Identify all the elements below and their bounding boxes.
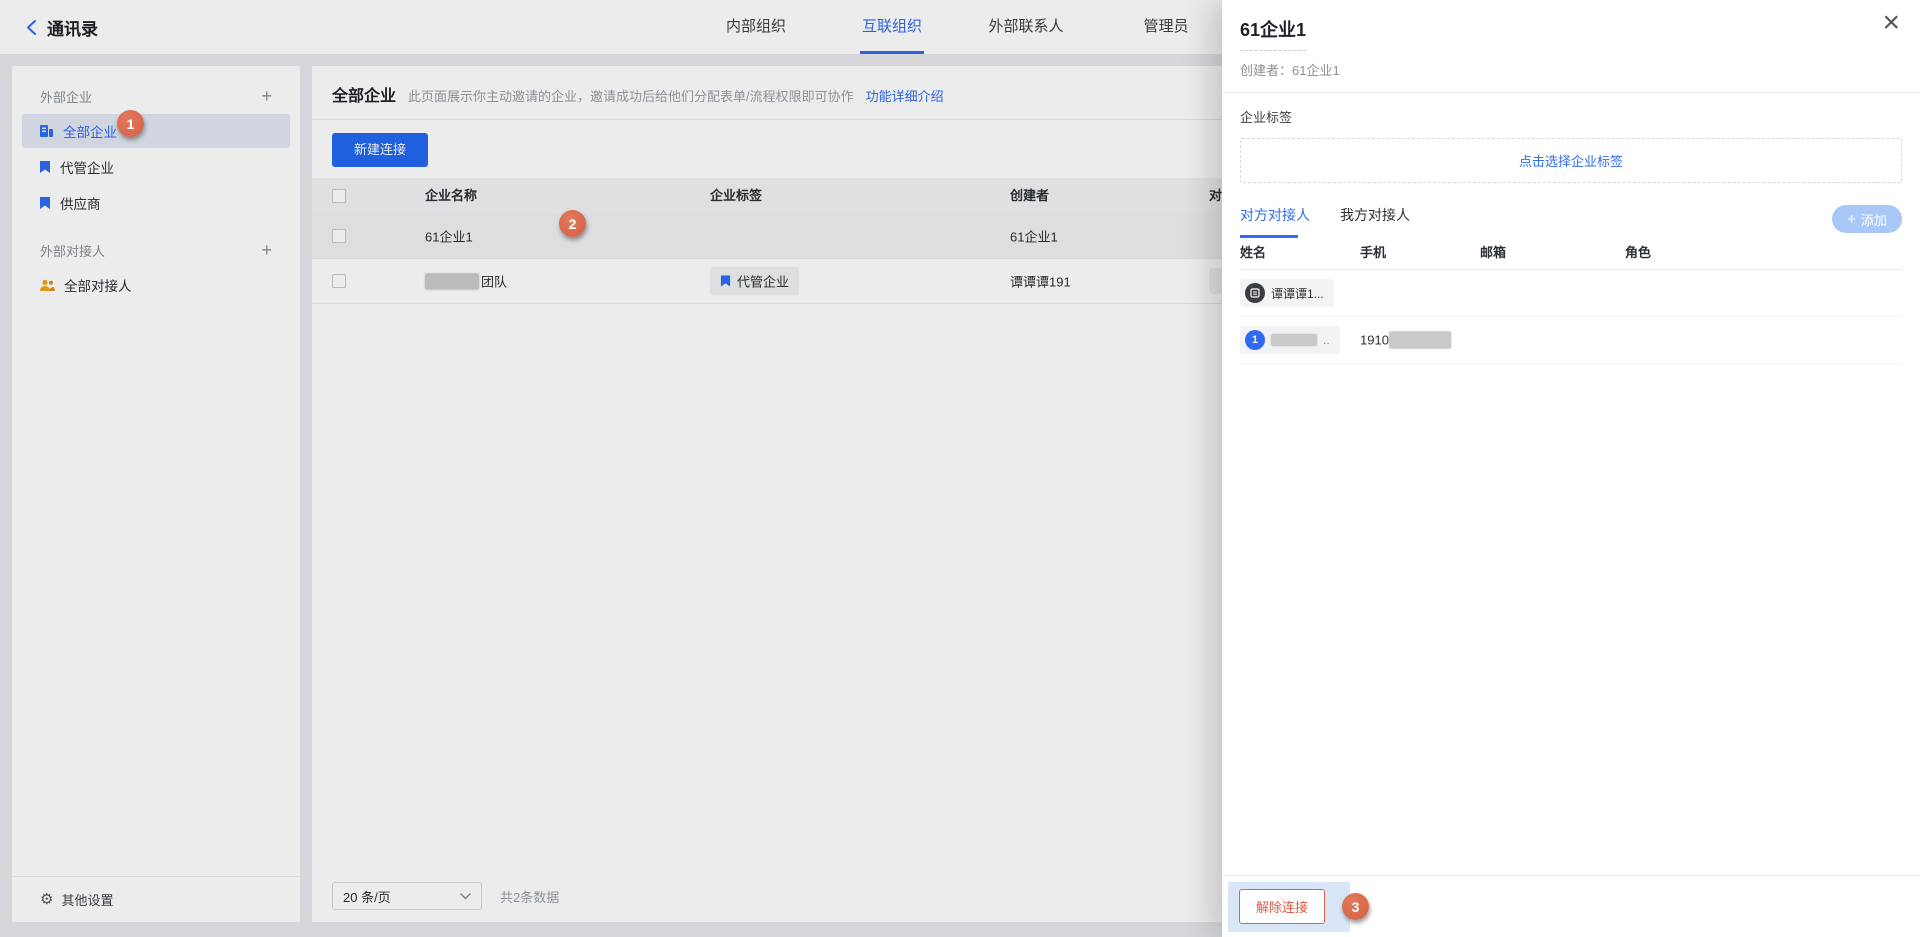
contact-row[interactable]: 谭谭谭1...	[1240, 270, 1902, 317]
tab-their-partners[interactable]: 对方对接人	[1240, 205, 1310, 238]
modal-dim-overlay[interactable]	[0, 0, 1222, 937]
contact-phone: 1910	[1360, 332, 1451, 349]
column-email: 邮箱	[1480, 242, 1506, 261]
annotation-badge-3: 3	[1342, 893, 1369, 920]
column-phone: 手机	[1360, 242, 1386, 261]
org-logo-icon	[1250, 288, 1260, 298]
partner-tabs-row: 对方对接人 我方对接人 + 添加	[1240, 205, 1902, 238]
contact-table: 姓名 手机 邮箱 角色 谭谭谭1... 1 .. 1910	[1240, 238, 1902, 364]
disconnect-button[interactable]: 解除连接	[1239, 889, 1325, 924]
person-chip[interactable]: 谭谭谭1...	[1240, 279, 1334, 307]
select-tag-placeholder: 点击选择企业标签	[1519, 151, 1623, 170]
add-partner-button[interactable]: + 添加	[1832, 205, 1902, 233]
column-role: 角色	[1625, 242, 1651, 261]
add-button-label: 添加	[1861, 210, 1887, 229]
avatar: 1	[1245, 330, 1265, 350]
name-ellipsis: ..	[1323, 333, 1330, 347]
contact-name: 谭谭谭1...	[1271, 285, 1324, 302]
contact-table-header: 姓名 手机 邮箱 角色	[1240, 238, 1902, 270]
redacted-phone	[1389, 332, 1451, 349]
close-icon[interactable]: ×	[1882, 8, 1900, 38]
drawer-creator-line: 创建者：61企业1	[1240, 60, 1902, 79]
divider	[1222, 92, 1920, 93]
enterprise-detail-drawer: × 61企业1 创建者：61企业1 企业标签 点击选择企业标签 对方对接人 我方…	[1222, 0, 1920, 937]
drawer-title: 61企业1	[1240, 16, 1306, 51]
select-enterprise-tag-box[interactable]: 点击选择企业标签	[1240, 138, 1902, 183]
annotation-badge-2: 2	[559, 210, 586, 237]
tag-section-label: 企业标签	[1240, 107, 1902, 126]
contact-row[interactable]: 1 .. 1910	[1240, 317, 1902, 364]
person-chip[interactable]: 1 ..	[1240, 326, 1340, 354]
phone-prefix: 1910	[1360, 333, 1389, 348]
annotation-badge-1: 1	[117, 110, 144, 137]
redacted-name	[1271, 334, 1317, 346]
tab-our-partners[interactable]: 我方对接人	[1340, 205, 1410, 238]
plus-icon: +	[1847, 212, 1856, 227]
drawer-footer: 解除连接	[1222, 875, 1920, 937]
org-avatar	[1245, 283, 1265, 303]
column-name: 姓名	[1240, 242, 1266, 261]
